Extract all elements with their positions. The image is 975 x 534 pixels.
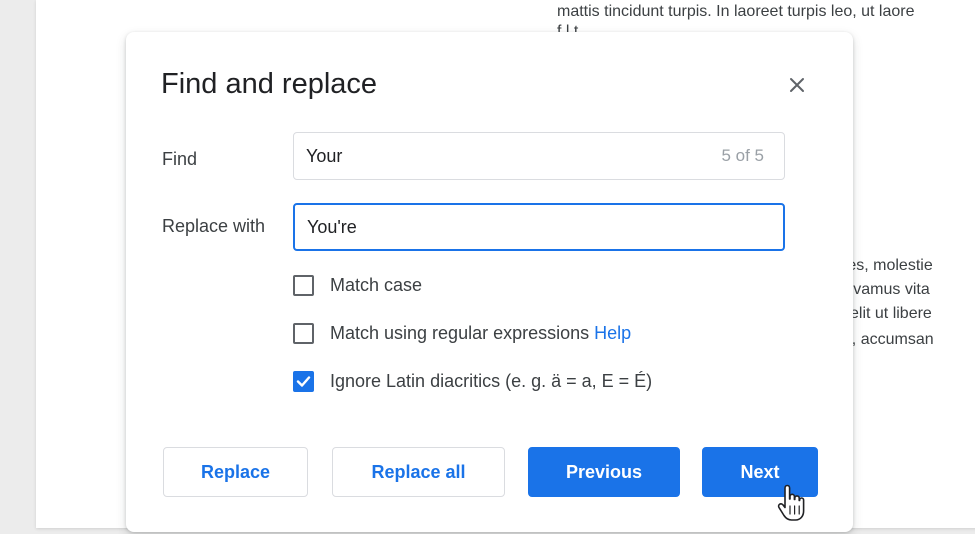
hand-pointer-icon (777, 484, 805, 521)
ignore-latin-option[interactable]: Ignore Latin diacritics (e. g. ä = a, E … (293, 371, 652, 392)
replace-all-button[interactable]: Replace all (332, 447, 505, 497)
dialog-title: Find and replace (161, 68, 378, 100)
replace-input[interactable] (307, 205, 687, 249)
replace-label: Replace with (162, 216, 266, 236)
help-link[interactable]: Help (594, 323, 631, 344)
match-count: 5 of 5 (721, 146, 764, 165)
checkmark-icon (296, 376, 311, 387)
close-icon (790, 78, 804, 92)
replace-field (293, 203, 785, 251)
ignore-latin-checkbox[interactable] (293, 371, 314, 392)
regex-checkbox[interactable] (293, 323, 314, 344)
find-replace-dialog: Find and replace Find 5 of 5 Replace wit… (126, 32, 853, 532)
match-case-option[interactable]: Match case (293, 275, 422, 296)
match-case-checkbox[interactable] (293, 275, 314, 296)
close-button[interactable] (782, 70, 812, 100)
find-input[interactable] (306, 133, 686, 179)
find-field: 5 of 5 (293, 132, 785, 180)
regex-label: Match using regular expressions (330, 323, 590, 343)
find-label: Find (162, 149, 198, 169)
ignore-latin-label: Ignore Latin diacritics (e. g. ä = a, E … (330, 371, 653, 391)
document-text-line: mattis tincidunt turpis. In laoreet turp… (557, 3, 915, 20)
previous-button[interactable]: Previous (528, 447, 680, 497)
regex-option[interactable]: Match using regular expressions Help (293, 323, 631, 344)
replace-button[interactable]: Replace (163, 447, 308, 497)
match-case-label: Match case (330, 275, 423, 295)
